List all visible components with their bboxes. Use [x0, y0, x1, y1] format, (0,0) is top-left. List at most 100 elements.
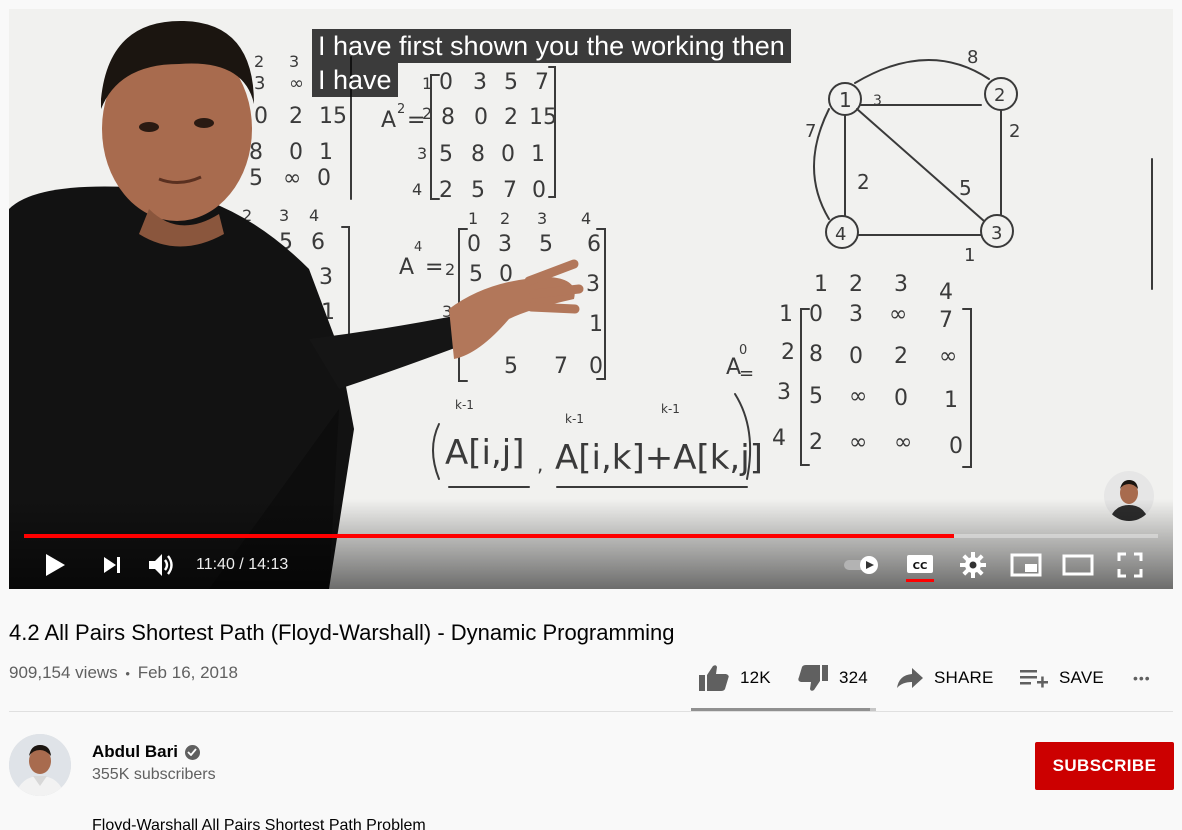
volume-icon: [149, 554, 173, 576]
svg-text:7: 7: [805, 121, 816, 142]
svg-text:1: 1: [468, 209, 478, 228]
svg-text:A: A: [381, 108, 396, 133]
svg-text:2: 2: [439, 178, 453, 203]
svg-text:5: 5: [249, 166, 263, 191]
save-button[interactable]: SAVE: [1019, 660, 1104, 696]
like-count: 12K: [740, 668, 771, 687]
channel-name[interactable]: Abdul Bari: [92, 742, 178, 762]
video-title: 4.2 All Pairs Shortest Path (Floyd-Warsh…: [9, 620, 675, 645]
svg-text:3: 3: [849, 302, 863, 327]
divider: [9, 711, 1173, 712]
svg-text:0: 0: [949, 434, 963, 459]
miniplayer-button[interactable]: [1009, 543, 1043, 587]
svg-text:8: 8: [967, 47, 978, 68]
play-button[interactable]: [37, 543, 73, 587]
theater-mode-button[interactable]: [1061, 543, 1095, 587]
svg-text:3: 3: [777, 380, 791, 405]
svg-text:∞: ∞: [289, 73, 304, 94]
autoplay-toggle[interactable]: [842, 543, 882, 587]
svg-text:2: 2: [994, 85, 1005, 106]
more-actions-button[interactable]: •••: [1133, 660, 1151, 696]
svg-text:,: ,: [537, 452, 543, 476]
caption-line-2: I have: [312, 63, 398, 97]
svg-text:0: 0: [809, 302, 823, 327]
svg-text:5: 5: [539, 232, 553, 257]
video-player[interactable]: A 2 = 1234 0357 8 0 2 15 5801 2570 23 3 ∞ 0 2 15…: [9, 9, 1173, 589]
svg-text:2: 2: [857, 170, 870, 194]
fullscreen-button[interactable]: [1115, 543, 1145, 587]
svg-text:1: 1: [779, 302, 793, 327]
share-button[interactable]: SHARE: [896, 660, 994, 696]
svg-text:0: 0: [849, 344, 863, 369]
like-button[interactable]: 12K: [698, 660, 771, 696]
svg-text:8: 8: [441, 105, 455, 130]
svg-text:CC: CC: [913, 561, 928, 572]
closed-captions-icon: CC: [907, 555, 933, 573]
thumbs-down-icon: [798, 665, 828, 691]
svg-text:8: 8: [471, 142, 485, 167]
svg-text:∞: ∞: [849, 384, 867, 409]
svg-text:0: 0: [474, 105, 488, 130]
svg-text:1: 1: [531, 142, 545, 167]
svg-text:5: 5: [959, 176, 972, 200]
svg-text:∞: ∞: [889, 302, 907, 327]
svg-text:2: 2: [445, 260, 455, 279]
svg-text:5: 5: [439, 142, 453, 167]
svg-text:A: A: [399, 255, 414, 280]
svg-text:k-1: k-1: [455, 398, 474, 412]
channel-avatar[interactable]: [9, 734, 71, 796]
svg-text:0: 0: [467, 232, 481, 257]
autoplay-icon: [844, 556, 878, 574]
svg-text:A[i,k]+A[k,j]: A[i,k]+A[k,j]: [555, 438, 763, 478]
svg-text:=: =: [739, 363, 754, 384]
volume-button[interactable]: [145, 543, 179, 587]
svg-text:3: 3: [319, 265, 333, 290]
closed-caption: I have first shown you the working then …: [312, 29, 791, 97]
svg-text:3: 3: [417, 144, 427, 163]
svg-text:3: 3: [873, 93, 882, 109]
svg-text:3: 3: [537, 209, 547, 228]
svg-text:∞: ∞: [849, 430, 867, 455]
svg-text:k-1: k-1: [565, 412, 584, 426]
svg-text:3: 3: [279, 206, 289, 225]
svg-text:0: 0: [589, 354, 603, 379]
svg-text:3: 3: [991, 223, 1002, 244]
svg-text:2: 2: [1009, 121, 1020, 142]
svg-text:4: 4: [772, 426, 786, 451]
svg-text:15: 15: [529, 105, 557, 130]
video-meta: 909,154 views • Feb 16, 2018: [9, 662, 238, 685]
dislike-button[interactable]: 324: [797, 660, 868, 696]
next-button[interactable]: [97, 543, 127, 587]
svg-text:0: 0: [532, 178, 546, 203]
svg-text:15: 15: [319, 104, 347, 129]
svg-text:A[i,j]: A[i,j]: [445, 433, 525, 473]
svg-text:1: 1: [814, 272, 828, 297]
time-separator: /: [234, 556, 249, 573]
svg-text:1: 1: [589, 312, 603, 337]
svg-text:2: 2: [849, 272, 863, 297]
svg-text:2: 2: [254, 52, 264, 71]
svg-text:4: 4: [939, 280, 953, 305]
svg-text:4: 4: [309, 206, 319, 225]
save-label: SAVE: [1059, 668, 1104, 687]
subscribe-button[interactable]: SUBSCRIBE: [1035, 742, 1174, 790]
svg-text:5: 5: [469, 262, 483, 287]
svg-text:4: 4: [412, 180, 422, 199]
subscriber-count: 355K subscribers: [92, 766, 216, 783]
svg-text:3: 3: [586, 272, 600, 297]
svg-text:2: 2: [894, 344, 908, 369]
dislike-count: 324: [839, 668, 868, 687]
svg-text:1: 1: [319, 140, 333, 165]
subtitles-active-indicator: [906, 579, 934, 582]
settings-button[interactable]: [957, 543, 989, 587]
svg-text:1: 1: [944, 388, 958, 413]
caption-line-1: I have first shown you the working then: [312, 29, 791, 63]
svg-text:0: 0: [254, 104, 268, 129]
watch-page: A 2 = 1234 0357 8 0 2 15 5801 2570 23 3 ∞ 0 2 15…: [0, 0, 1182, 830]
miniplayer-icon: [1010, 553, 1042, 577]
progress-bar[interactable]: [24, 534, 1158, 538]
svg-text:k-1: k-1: [661, 402, 680, 416]
time-display: 11:40 / 14:13: [196, 543, 288, 587]
channel-name-row[interactable]: Abdul Bari: [92, 742, 200, 762]
svg-text:7: 7: [939, 308, 953, 333]
